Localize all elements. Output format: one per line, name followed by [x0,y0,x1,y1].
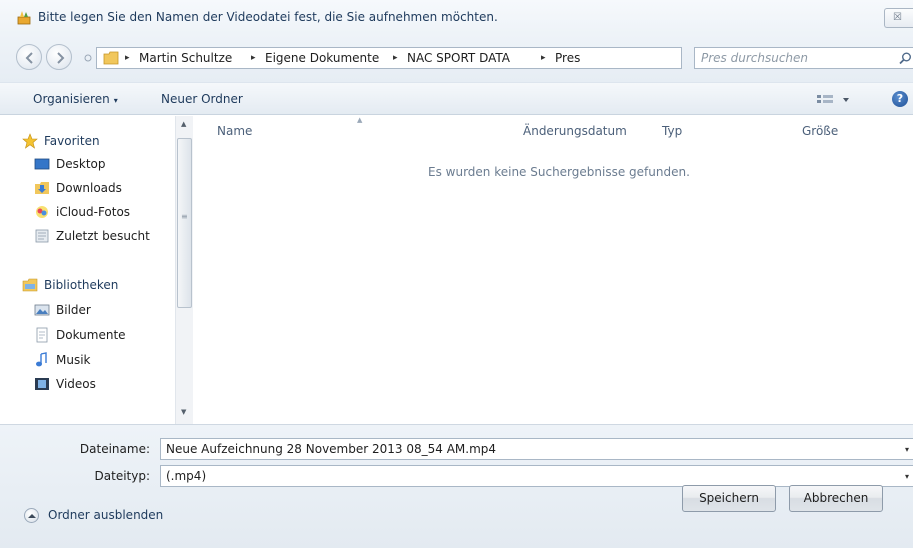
back-arrow-icon [25,52,33,64]
close-icon: ☒ [893,12,902,23]
command-bar: Organisieren ▾ Neuer Ordner ? [0,82,913,115]
nav-label: Zuletzt besucht [56,229,150,243]
scroll-up-icon[interactable]: ▲ [181,120,186,128]
breadcrumb-separator: ▸ [125,53,130,63]
help-button[interactable]: ? [892,91,908,107]
organize-label: Organisieren [33,92,110,106]
collapse-icon [24,508,39,523]
column-header-size[interactable]: Größe [802,124,838,138]
filetype-value: (.mp4) [166,469,207,483]
forward-arrow-icon [57,52,65,64]
chevron-down-icon[interactable]: ▾ [905,472,909,481]
recent-locations-icon[interactable] [84,54,92,62]
filename-field[interactable]: Neue Aufzeichnung 28 November 2013 08_54… [160,438,913,460]
filetype-select[interactable]: (.mp4) ▾ [160,465,913,487]
column-header-name[interactable]: Name [217,124,252,138]
libraries-icon [22,278,38,292]
music-icon [36,352,47,367]
recent-places-icon [35,229,49,243]
address-bar[interactable]: ▸ Martin Schultze ▸ Eigene Dokumente ▸ N… [96,47,765,69]
file-list: ▲ Name Änderungsdatum Typ Größe Es wurde… [194,116,913,424]
nav-pane-scrollbar[interactable]: ▲ ≡ ▼ [175,116,193,424]
downloads-icon [35,182,49,194]
save-button[interactable]: Speichern [682,485,776,512]
search-input[interactable] [701,50,891,66]
app-icon [17,11,31,25]
filename-value: Neue Aufzeichnung 28 November 2013 08_54… [166,442,497,456]
cancel-button[interactable]: Abbrechen [789,485,883,512]
star-icon [22,133,38,149]
forward-button[interactable] [46,44,72,70]
desktop-icon [34,158,50,170]
scroll-down-icon[interactable]: ▼ [181,408,186,416]
new-folder-button[interactable]: Neuer Ordner [161,92,243,106]
search-icon[interactable] [899,52,912,65]
empty-results-message: Es wurden keine Suchergebnisse gefunden. [428,165,690,179]
dialog-title: Bitte legen Sie den Namen der Videodatei… [38,10,498,24]
icloud-photos-icon [36,206,48,218]
breadcrumb-separator: ▸ [393,53,398,63]
nav-label: Videos [56,377,96,391]
close-button[interactable]: ☒ [884,8,913,28]
scrollbar-thumb[interactable] [177,138,192,308]
breadcrumb-eigene-dokumente[interactable]: Eigene Dokumente [265,51,379,65]
filetype-label: Dateityp: [94,469,150,483]
chevron-down-icon[interactable]: ▾ [905,445,909,454]
change-view-icon[interactable] [815,92,855,108]
address-row: ▸ Martin Schultze ▸ Eigene Dokumente ▸ N… [0,34,913,82]
nav-label: Desktop [56,157,106,171]
documents-icon [36,327,48,343]
navigation-pane: Favoriten Desktop Downloads iCloud-Fotos… [0,116,193,424]
save-options-panel: Dateiname: Neue Aufzeichnung 28 November… [0,424,913,548]
breadcrumb-pres[interactable]: Pres [555,51,580,65]
filename-label: Dateiname: [79,442,150,456]
breadcrumb-martin-schultze[interactable]: Martin Schultze [139,51,232,65]
breadcrumb-nac-sport-data[interactable]: NAC SPORT DATA [407,51,510,65]
videos-icon [35,378,49,390]
help-icon: ? [896,92,904,105]
sort-indicator-icon: ▲ [357,116,363,124]
breadcrumb-separator: ▸ [251,53,256,63]
title-bar: Bitte legen Sie den Namen der Videodatei… [0,0,913,34]
nav-label: Musik [56,353,91,367]
nav-label: Downloads [56,181,122,195]
nav-label: Favoriten [44,134,100,148]
column-header-modified[interactable]: Änderungsdatum [523,124,627,138]
search-box[interactable] [694,47,913,69]
nav-label: Bilder [56,303,91,317]
folder-icon [103,51,119,65]
nav-label: Dokumente [56,328,126,342]
hide-folders-label: Ordner ausblenden [48,508,164,522]
column-header-type[interactable]: Typ [662,124,682,138]
organize-button[interactable]: Organisieren ▾ [33,92,118,106]
nav-label: iCloud-Fotos [56,205,131,219]
chevron-down-icon: ▾ [113,96,118,105]
scrollbar-grip-icon: ≡ [181,212,188,221]
breadcrumb-separator: ▸ [541,53,546,63]
pictures-icon [34,304,50,316]
back-button[interactable] [16,44,42,70]
nav-label: Bibliotheken [44,278,119,292]
